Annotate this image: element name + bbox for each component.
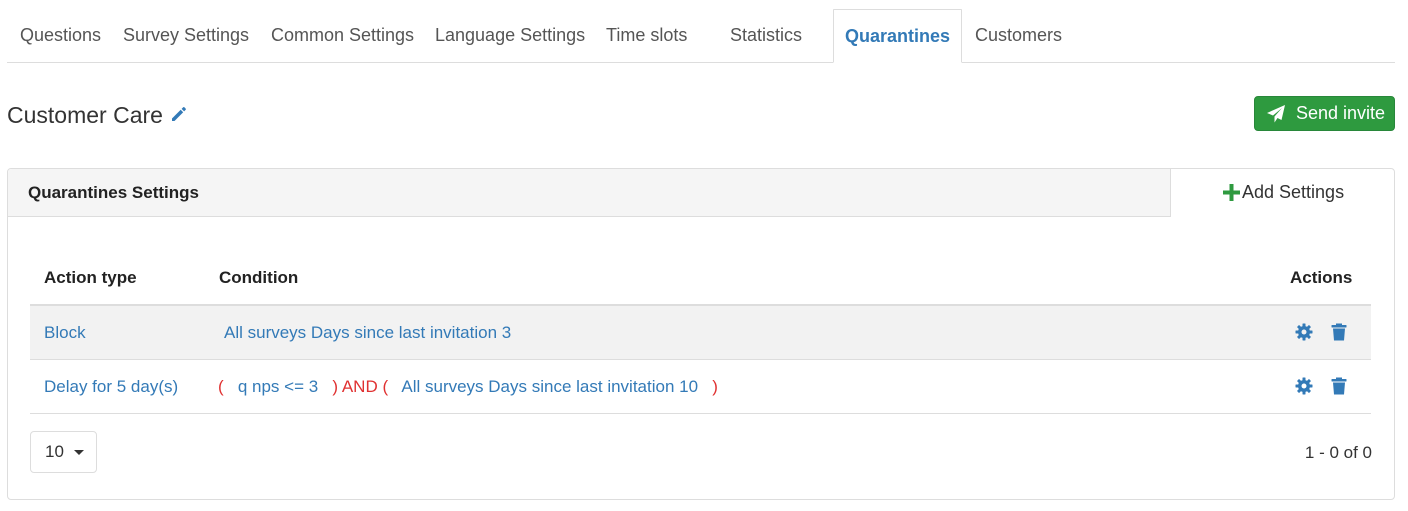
open-paren: ( bbox=[382, 377, 389, 396]
condition-link[interactable]: All surveys Days since last invitation 1… bbox=[401, 377, 698, 396]
trash-icon[interactable] bbox=[1330, 377, 1348, 395]
quarantines-panel: Quarantines Settings Add Settings Action… bbox=[7, 168, 1395, 500]
tab-common-settings[interactable]: Common Settings bbox=[271, 9, 414, 63]
gear-icon[interactable] bbox=[1295, 377, 1313, 395]
condition-link[interactable]: q nps <= 3 bbox=[238, 377, 318, 396]
pencil-icon[interactable] bbox=[169, 104, 189, 124]
table-row: Delay for 5 day(s) ( q nps <= 3 ) AND ( … bbox=[30, 360, 1371, 414]
condition-link[interactable]: All surveys Days since last invitation 3 bbox=[224, 323, 511, 342]
condition-cell: ( q nps <= 3 ) AND ( All surveys Days si… bbox=[218, 360, 718, 413]
send-invite-label: Send invite bbox=[1296, 103, 1386, 123]
panel-header: Quarantines Settings Add Settings bbox=[8, 169, 1394, 217]
gear-icon[interactable] bbox=[1295, 323, 1313, 341]
panel-title: Quarantines Settings bbox=[28, 183, 199, 202]
condition-operator: AND bbox=[341, 377, 378, 396]
page-title: Customer Care bbox=[7, 102, 163, 128]
paper-plane-icon bbox=[1267, 105, 1285, 123]
tab-statistics[interactable]: Statistics bbox=[730, 9, 802, 63]
page-size-select[interactable]: 10 bbox=[30, 431, 97, 473]
send-invite-button[interactable]: Send invite bbox=[1254, 96, 1395, 131]
pagination-range: 1 - 0 of 0 bbox=[1304, 443, 1372, 462]
action-type-link[interactable]: Block bbox=[44, 323, 86, 342]
trash-icon[interactable] bbox=[1330, 323, 1348, 341]
add-settings-label: Add Settings bbox=[1242, 182, 1345, 202]
column-header-condition: Condition bbox=[219, 268, 299, 287]
open-paren: ( bbox=[218, 377, 224, 396]
tab-language-settings[interactable]: Language Settings bbox=[435, 9, 585, 63]
table-header-row: Action type Condition Actions bbox=[30, 249, 1371, 306]
caret-down-icon bbox=[74, 450, 84, 455]
tab-time-slots[interactable]: Time slots bbox=[606, 9, 687, 63]
action-type-link[interactable]: Delay for 5 day(s) bbox=[44, 377, 178, 396]
tab-quarantines[interactable]: Quarantines bbox=[833, 9, 962, 63]
table-row: Block All surveys Days since last invita… bbox=[30, 306, 1371, 360]
tab-survey-settings[interactable]: Survey Settings bbox=[123, 9, 249, 63]
close-paren: ) bbox=[332, 377, 339, 396]
tab-customers[interactable]: Customers bbox=[975, 9, 1062, 63]
tab-bar: Questions Survey Settings Common Setting… bbox=[7, 9, 1395, 63]
column-header-actions: Actions bbox=[1290, 268, 1353, 287]
plus-icon bbox=[1223, 184, 1240, 201]
page-size-value: 10 bbox=[45, 442, 64, 461]
close-paren: ) bbox=[712, 377, 718, 396]
column-header-action-type: Action type bbox=[44, 268, 137, 287]
tab-questions[interactable]: Questions bbox=[20, 9, 101, 63]
add-settings-button[interactable]: Add Settings bbox=[1170, 169, 1394, 217]
